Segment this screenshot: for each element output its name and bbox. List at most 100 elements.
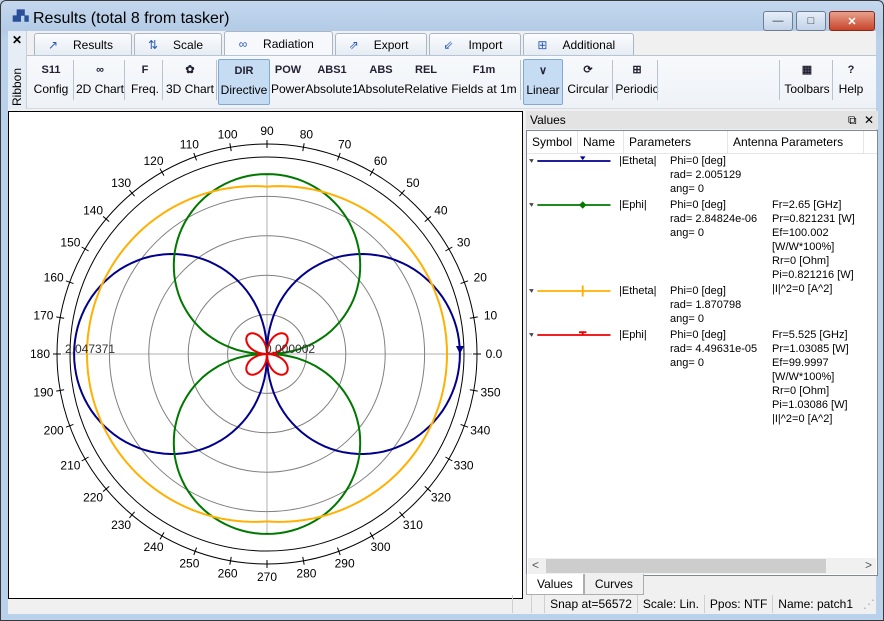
directive-button[interactable]: DIR Directive bbox=[218, 59, 270, 105]
maximize-icon: □ bbox=[807, 15, 815, 27]
2d-chart-button[interactable]: ∞ 2D Chart bbox=[75, 59, 125, 103]
angle-tick-label: 70 bbox=[338, 137, 352, 151]
tab-scale[interactable]: ⇅ Scale bbox=[134, 33, 223, 55]
button-label: Relative bbox=[404, 82, 448, 96]
directive-icon: DIR bbox=[234, 65, 254, 77]
angle-tick-label: 120 bbox=[143, 154, 163, 168]
scroll-right-icon[interactable]: > bbox=[865, 558, 872, 572]
tab-radiation[interactable]: ∞ Radiation bbox=[224, 31, 333, 55]
angle-tick-label: 260 bbox=[218, 567, 238, 581]
float-icon[interactable]: ⧉ bbox=[848, 113, 857, 127]
angle-tick bbox=[81, 246, 89, 252]
chart-app-icon: ▟▚ bbox=[13, 11, 29, 22]
absolute-button[interactable]: ABS Absolute bbox=[357, 59, 405, 103]
help-button[interactable]: ? Help bbox=[836, 59, 866, 103]
freq-button[interactable]: F Freq. bbox=[128, 59, 162, 103]
fields-at-1m-button[interactable]: F1m Fields at 1m bbox=[449, 59, 519, 103]
values-row[interactable]: |Etheta| Phi=0 [deg] rad= 2.005129 ang= 0 bbox=[527, 154, 877, 198]
parameter-line: ang= 0 bbox=[670, 183, 704, 195]
toolbars-button[interactable]: ▦ Toolbars bbox=[782, 59, 832, 103]
values-table: Symbol Name Parameters Antenna Parameter… bbox=[526, 130, 878, 576]
values-row[interactable]: |Etheta| Phi=0 [deg] rad= 1.870798 ang= 0 bbox=[527, 284, 877, 328]
antenna-parameter-line: Pi=0.821216 [W] bbox=[772, 269, 854, 281]
relative-button[interactable]: REL Relative bbox=[404, 59, 448, 103]
import-icon: ⇙ bbox=[443, 37, 454, 52]
3d-chart-button[interactable]: ✿ 3D Chart bbox=[165, 59, 215, 103]
angle-tick bbox=[445, 246, 453, 252]
antenna-parameter-line: Pi=1.03086 [W] bbox=[772, 399, 848, 411]
relative-icon: REL bbox=[415, 64, 437, 76]
scrollbar-thumb[interactable] bbox=[546, 559, 826, 573]
status-snap: Snap at=56572 bbox=[544, 595, 637, 613]
series-parameters: Phi=0 [deg] rad= 4.49631e-05 ang= 0 bbox=[670, 328, 757, 370]
title-bar[interactable]: ▟▚ Results (total 8 from tasker) — □ ✕ bbox=[1, 1, 883, 33]
angle-tick-label: 20 bbox=[474, 271, 488, 285]
button-label: Config bbox=[33, 82, 69, 96]
ribbon-toolbar: S11 Config ∞ 2D Chart F Freq. ✿ 3D Chart DIR Dire… bbox=[27, 55, 876, 109]
absolute1-button[interactable]: ABS1 Absolute1 bbox=[305, 59, 358, 103]
tab-curves[interactable]: Curves bbox=[583, 574, 644, 595]
column-header-antenna[interactable]: Antenna Parameters bbox=[728, 131, 864, 153]
config-button[interactable]: S11 Config bbox=[30, 59, 72, 103]
power-button[interactable]: POW Power bbox=[271, 59, 305, 103]
angle-tick-label: 320 bbox=[431, 490, 451, 504]
column-header-symbol[interactable]: Symbol bbox=[527, 131, 578, 153]
angle-tick bbox=[369, 532, 375, 540]
angle-tick bbox=[81, 456, 89, 462]
angle-tick-label: 160 bbox=[44, 271, 64, 285]
antenna-parameter-line: Pr=0.821231 [W] bbox=[772, 213, 855, 225]
tab-results[interactable]: ↗ Results bbox=[34, 33, 133, 55]
ribbon-separator bbox=[832, 60, 833, 100]
button-label: Directive bbox=[220, 83, 268, 97]
series-symbol bbox=[529, 331, 611, 337]
parameter-line: rad= 2.005129 bbox=[670, 169, 742, 181]
linear-button[interactable]: ∨ Linear bbox=[523, 59, 563, 105]
angle-tick-label: 100 bbox=[218, 127, 238, 141]
close-icon: ✕ bbox=[847, 15, 857, 28]
ribbon-close-icon[interactable]: ✕ bbox=[12, 33, 22, 47]
values-row[interactable]: |Ephi| Phi=0 [deg] rad= 2.84824e-06 ang= 0 F… bbox=[527, 198, 877, 295]
parameter-line: Phi=0 [deg] bbox=[670, 329, 726, 341]
antenna-parameter-line: Ef=100.002 [W/W*100%] bbox=[772, 227, 835, 253]
polar-chart[interactable]: 0.0 10 20 30 40 50 60 70 80 90 100 110 120 130 140 150 1… bbox=[9, 112, 522, 598]
angle-tick bbox=[469, 316, 478, 319]
tab-import[interactable]: ⇙ Import bbox=[429, 33, 522, 55]
series-marker bbox=[455, 346, 464, 354]
angle-tick-label: 230 bbox=[111, 518, 131, 532]
close-panel-icon[interactable]: ✕ bbox=[864, 113, 874, 127]
antenna-parameter-line: Pr=1.03085 [W] bbox=[772, 343, 849, 355]
column-header-parameters[interactable]: Parameters bbox=[624, 131, 728, 153]
resize-grip-icon[interactable]: ⋰ bbox=[858, 595, 876, 613]
tab-values[interactable]: Values bbox=[526, 574, 584, 595]
client-area: ✕ Ribbon ↗ Results ⇅ Scale ∞ Radiation ⇗ Export… bbox=[8, 31, 878, 614]
scroll-left-icon[interactable]: < bbox=[532, 558, 539, 572]
minimize-button[interactable]: — bbox=[763, 11, 793, 31]
tab-export[interactable]: ⇗ Export bbox=[334, 33, 428, 55]
maximize-button[interactable]: □ bbox=[796, 11, 826, 31]
parameter-line: rad= 4.49631e-05 bbox=[670, 343, 758, 355]
window-title: Results (total 8 from tasker) bbox=[33, 10, 230, 27]
periodic-button[interactable]: ⊞ Periodic bbox=[614, 59, 660, 103]
horizontal-scrollbar[interactable]: < > bbox=[528, 558, 876, 574]
button-label: 2D Chart bbox=[75, 82, 125, 96]
values-panel: Values ⧉ ✕ Symbol Name Parameters Antenn… bbox=[526, 111, 878, 597]
ribbon-separator bbox=[162, 60, 163, 100]
min-value-annotation: 0.000002 bbox=[265, 342, 315, 356]
tab-label: Additional bbox=[562, 37, 616, 52]
circular-button[interactable]: ⟳ Circular bbox=[565, 59, 611, 103]
ribbon-side-bar: ✕ Ribbon bbox=[8, 31, 27, 109]
antenna-parameter-line: Fr=5.525 [GHz] bbox=[772, 329, 848, 341]
close-button[interactable]: ✕ bbox=[829, 11, 875, 31]
status-name: Name: patch1 bbox=[772, 595, 858, 613]
ribbon-separator bbox=[612, 60, 613, 100]
antenna-parameter-line: Rr=0 [Ohm] bbox=[772, 385, 830, 397]
column-header-name[interactable]: Name bbox=[578, 131, 624, 153]
polar-chart-pane[interactable]: 0.0 10 20 30 40 50 60 70 80 90 100 110 120 130 140 150 1… bbox=[8, 111, 523, 599]
tab-additional[interactable]: ⊞ Additional bbox=[523, 33, 635, 55]
values-row[interactable]: |Ephi| Phi=0 [deg] rad= 4.49631e-05 ang= 0 F… bbox=[527, 328, 877, 425]
parameter-line: Phi=0 [deg] bbox=[670, 199, 726, 211]
angle-tick-label: 310 bbox=[403, 518, 423, 532]
parameter-line: rad= 2.84824e-06 bbox=[670, 213, 758, 225]
button-label: Absolute bbox=[357, 82, 405, 96]
ribbon-label[interactable]: Ribbon bbox=[10, 68, 24, 106]
